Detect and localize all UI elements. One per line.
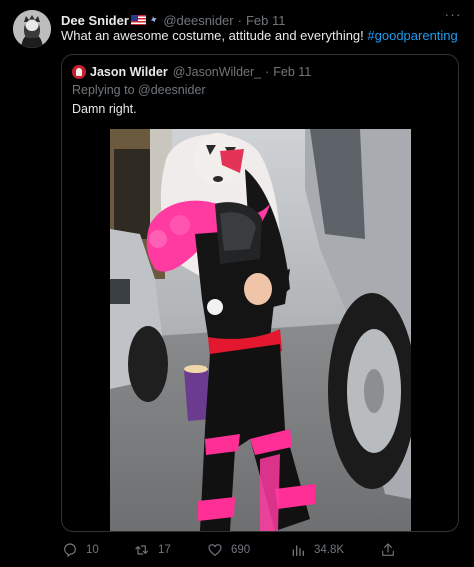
quoted-tweet-date[interactable]: Feb 11: [273, 65, 311, 79]
author-handle[interactable]: @deesnider: [163, 13, 233, 28]
author-avatar[interactable]: [13, 10, 51, 48]
retweet-icon: [135, 545, 148, 555]
tweet-date[interactable]: Feb 11: [246, 13, 286, 28]
tweet-text: What an awesome costume, attitude and ev…: [61, 28, 458, 44]
quoted-tweet-header: Jason Wilder @JasonWilder_ · Feb 11: [90, 64, 311, 80]
author-name[interactable]: Dee Snider: [61, 13, 129, 28]
share-button[interactable]: [380, 538, 404, 562]
analytics-icon: [292, 545, 304, 556]
tweet-header: Dee Snider ✦ @deesnider · Feb 11: [61, 11, 285, 29]
quoted-author-avatar[interactable]: [72, 65, 86, 79]
tweet[interactable]: Dee Snider ✦ @deesnider · Feb 11 ··· Wha…: [0, 0, 474, 567]
retweet-count: 17: [158, 544, 171, 556]
more-options-icon[interactable]: ···: [444, 7, 462, 23]
hashtag-link[interactable]: #goodparenting: [367, 28, 457, 43]
tweet-photo[interactable]: [110, 129, 411, 531]
share-icon: [382, 543, 394, 556]
quoted-tweet[interactable]: Jason Wilder @JasonWilder_ · Feb 11 Repl…: [61, 54, 459, 532]
views-button[interactable]: 34.8K: [290, 538, 344, 562]
guitar-icon: ✦: [148, 13, 160, 27]
replying-to: Replying to @deesnider: [72, 83, 206, 97]
view-count: 34.8K: [314, 544, 345, 556]
quoted-tweet-text: Damn right.: [72, 102, 137, 116]
quoted-author-name[interactable]: Jason Wilder: [90, 65, 168, 79]
reply-count: 10: [86, 544, 99, 556]
reply-icon: [64, 543, 76, 558]
heart-icon: [208, 544, 222, 556]
like-count: 690: [231, 544, 251, 556]
tweet-actions: 10 17 690 34.8K: [0, 538, 474, 562]
retweet-button[interactable]: 17: [134, 538, 171, 562]
separator-dot: ·: [265, 65, 270, 79]
us-flag-icon: [130, 15, 146, 25]
separator-dot: ·: [237, 12, 242, 28]
like-button[interactable]: 690: [207, 538, 250, 562]
reply-button[interactable]: 10: [62, 538, 99, 562]
tweet-body: What an awesome costume, attitude and ev…: [61, 28, 364, 43]
quoted-author-handle[interactable]: @JasonWilder_: [173, 65, 261, 79]
